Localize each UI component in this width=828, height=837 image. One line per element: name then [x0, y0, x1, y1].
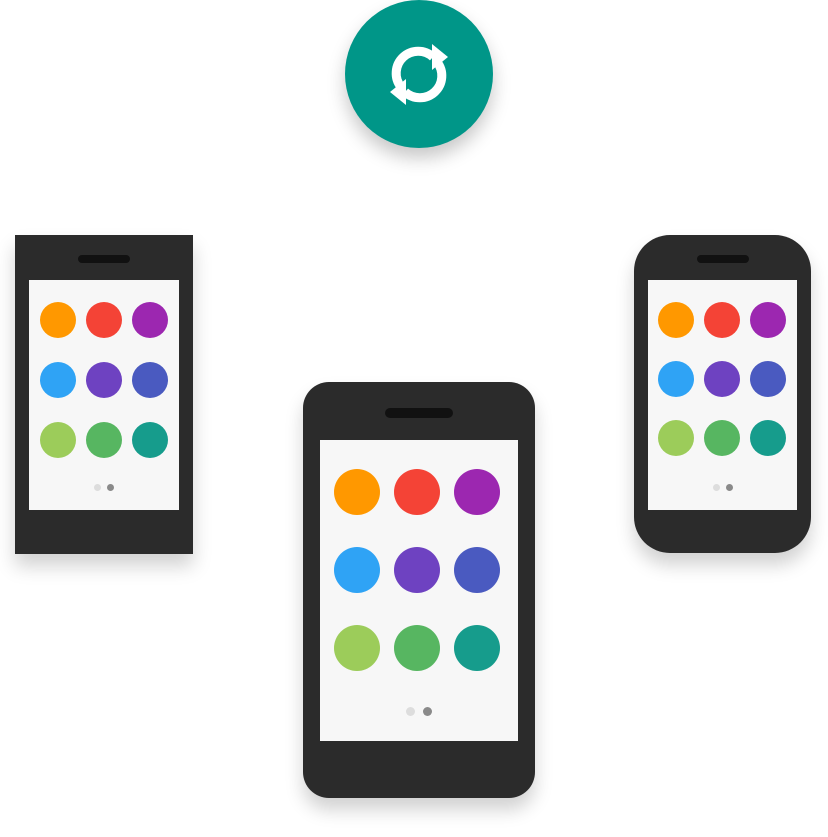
app-icon[interactable]	[394, 469, 440, 515]
speaker	[78, 255, 130, 263]
app-icon[interactable]	[454, 625, 500, 671]
phone-center	[303, 382, 535, 798]
app-icon[interactable]	[750, 420, 786, 456]
app-grid	[40, 302, 168, 458]
page-dot	[406, 707, 415, 716]
app-grid	[334, 469, 500, 671]
page-indicator	[406, 707, 432, 716]
app-icon[interactable]	[750, 302, 786, 338]
app-icon[interactable]	[86, 302, 122, 338]
app-icon[interactable]	[334, 547, 380, 593]
app-icon[interactable]	[454, 469, 500, 515]
page-dot-active	[423, 707, 432, 716]
app-icon[interactable]	[86, 362, 122, 398]
app-icon[interactable]	[704, 420, 740, 456]
app-icon[interactable]	[658, 302, 694, 338]
speaker	[385, 408, 453, 418]
app-icon[interactable]	[750, 361, 786, 397]
app-icon[interactable]	[334, 469, 380, 515]
page-indicator	[712, 484, 733, 491]
app-icon[interactable]	[40, 422, 76, 458]
app-icon[interactable]	[132, 422, 168, 458]
app-icon[interactable]	[40, 302, 76, 338]
phone-screen	[648, 280, 797, 510]
sync-badge[interactable]	[345, 0, 493, 148]
app-icon[interactable]	[704, 361, 740, 397]
page-dot	[712, 484, 720, 491]
app-icon[interactable]	[40, 362, 76, 398]
app-icon[interactable]	[394, 547, 440, 593]
phone-screen	[320, 440, 518, 741]
page-dot-active	[107, 484, 114, 491]
phone-left	[15, 235, 193, 554]
page-dot	[94, 484, 101, 491]
app-icon[interactable]	[658, 420, 694, 456]
speaker	[696, 255, 749, 263]
app-icon[interactable]	[454, 547, 500, 593]
app-icon[interactable]	[394, 625, 440, 671]
app-icon[interactable]	[132, 362, 168, 398]
app-grid	[658, 302, 786, 456]
phone-screen	[29, 280, 179, 510]
app-icon[interactable]	[86, 422, 122, 458]
sync-icon	[390, 44, 448, 105]
app-icon[interactable]	[704, 302, 740, 338]
page-dot-active	[725, 484, 733, 491]
app-icon[interactable]	[658, 361, 694, 397]
app-icon[interactable]	[334, 625, 380, 671]
phone-right	[634, 235, 811, 553]
page-indicator	[94, 484, 114, 491]
app-icon[interactable]	[132, 302, 168, 338]
